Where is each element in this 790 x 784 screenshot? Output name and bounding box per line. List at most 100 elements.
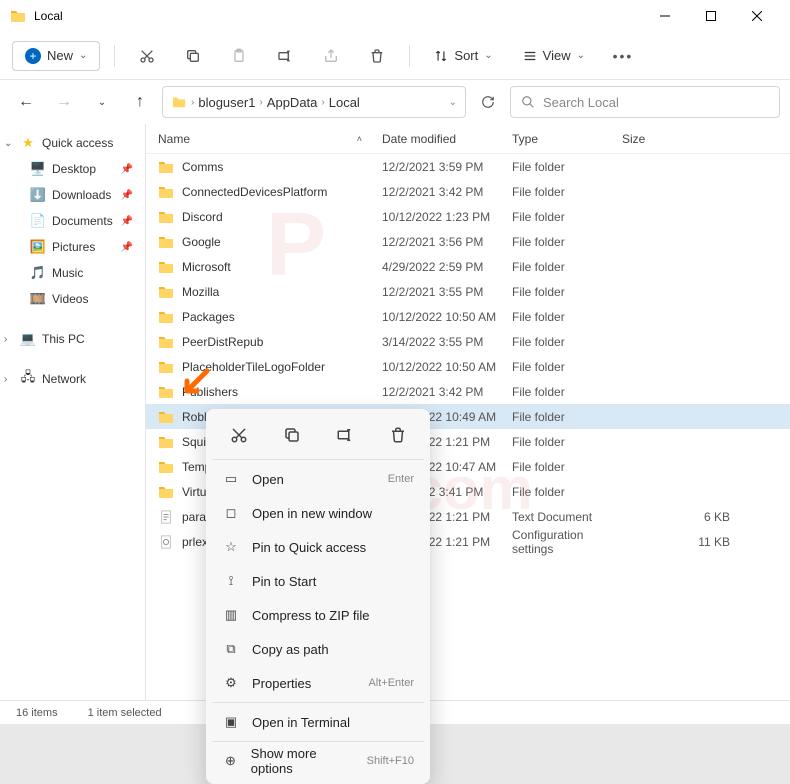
chevron-down-icon[interactable]: ⌄	[449, 97, 457, 108]
paste-button[interactable]	[221, 38, 257, 74]
sidebar-this-pc[interactable]: › 💻 This PC	[0, 326, 145, 352]
address-bar[interactable]: › bloguser1 › AppData › Local ⌄	[162, 86, 466, 118]
pin-icon: 📌	[121, 216, 133, 227]
share-button[interactable]	[313, 38, 349, 74]
file-size: 11 KB	[622, 535, 790, 549]
ctx-open-new[interactable]: ◻Open in new window	[212, 496, 424, 530]
ctx-cut-button[interactable]	[221, 419, 257, 451]
annotation-arrow	[179, 367, 211, 399]
sidebar-item[interactable]: 🎵Music	[0, 260, 145, 286]
close-button[interactable]	[734, 0, 780, 32]
copy-button[interactable]	[175, 38, 211, 74]
selection-count: 1 item selected	[88, 707, 162, 719]
file-name: ConnectedDevicesPlatform	[182, 185, 327, 199]
sort-icon	[434, 49, 448, 63]
sidebar-item-label: Videos	[52, 292, 88, 306]
rename-button[interactable]	[267, 38, 303, 74]
file-row[interactable]: PlaceholderTileLogoFolder10/12/2022 10:5…	[146, 354, 790, 379]
file-type: Text Document	[512, 510, 622, 524]
sort-label: Sort	[454, 48, 478, 63]
pin-icon: 📌	[121, 242, 133, 253]
separator	[212, 741, 424, 742]
ctx-delete-button[interactable]	[380, 419, 416, 451]
new-label: New	[47, 48, 73, 63]
window-controls	[642, 0, 780, 32]
more-button[interactable]: •••	[605, 38, 641, 74]
ctx-pin-qa[interactable]: ☆Pin to Quick access	[212, 530, 424, 564]
view-button[interactable]: View ⌄	[513, 44, 595, 67]
search-input[interactable]: Search Local	[510, 86, 780, 118]
chevron-down-icon: ⌄	[4, 138, 14, 149]
sort-asc-icon: ˄	[357, 134, 362, 144]
sidebar-item-label: Desktop	[52, 162, 96, 176]
more-icon: ⊕	[222, 753, 239, 769]
col-name[interactable]: Name˄	[146, 132, 382, 146]
sidebar-item[interactable]: 🖼️Pictures📌	[0, 234, 145, 260]
maximize-button[interactable]	[688, 0, 734, 32]
window-icon: ◻	[222, 505, 240, 521]
pin-icon: ⟟	[222, 573, 240, 589]
pin-icon: 📌	[121, 164, 133, 175]
separator	[212, 459, 424, 460]
crumb-2[interactable]: Local	[329, 95, 360, 110]
file-row[interactable]: Mozilla12/2/2021 3:55 PMFile folder	[146, 279, 790, 304]
file-row[interactable]: Packages10/12/2022 10:50 AMFile folder	[146, 304, 790, 329]
sidebar-item-icon: 🖼️	[30, 239, 46, 255]
file-row[interactable]: Comms12/2/2021 3:59 PMFile folder	[146, 154, 790, 179]
separator	[114, 45, 115, 67]
pin-icon: 📌	[121, 190, 133, 201]
sidebar-item-label: Documents	[52, 214, 113, 228]
minimize-button[interactable]	[642, 0, 688, 32]
file-name: Google	[182, 235, 221, 249]
sidebar-quick-access[interactable]: ⌄ ★ Quick access	[0, 130, 145, 156]
file-row[interactable]: Google12/2/2021 3:56 PMFile folder	[146, 229, 790, 254]
refresh-button[interactable]	[472, 86, 504, 118]
ctx-zip[interactable]: ▥Compress to ZIP file	[212, 598, 424, 632]
view-icon	[523, 49, 537, 63]
back-button[interactable]: ←	[10, 86, 42, 118]
pc-icon: 💻	[20, 331, 36, 347]
ctx-more[interactable]: ⊕Show more optionsShift+F10	[212, 744, 424, 778]
sidebar-item[interactable]: 🎞️Videos	[0, 286, 145, 312]
ctx-rename-button[interactable]	[327, 419, 363, 451]
file-row[interactable]: ConnectedDevicesPlatform12/2/2021 3:42 P…	[146, 179, 790, 204]
up-button[interactable]: ↑	[124, 86, 156, 118]
sidebar-item-label: Downloads	[52, 188, 111, 202]
file-row[interactable]: Microsoft4/29/2022 2:59 PMFile folder	[146, 254, 790, 279]
cut-button[interactable]	[129, 38, 165, 74]
file-row[interactable]: Publishers12/2/2021 3:42 PMFile folder	[146, 379, 790, 404]
crumb-0[interactable]: bloguser1	[198, 95, 255, 110]
recent-button[interactable]: ⌄	[86, 86, 118, 118]
sidebar-item[interactable]: 🖥️Desktop📌	[0, 156, 145, 182]
toolbar: + New ⌄ Sort ⌄ View ⌄ •••	[0, 32, 790, 80]
file-name: Comms	[182, 160, 223, 174]
zip-icon: ▥	[222, 607, 240, 623]
new-button[interactable]: + New ⌄	[12, 41, 100, 71]
file-type: File folder	[512, 485, 622, 499]
file-row[interactable]: PeerDistRepub3/14/2022 3:55 PMFile folde…	[146, 329, 790, 354]
sidebar-item-icon: 🎵	[30, 265, 46, 281]
file-row[interactable]: Discord10/12/2022 1:23 PMFile folder	[146, 204, 790, 229]
file-name: PeerDistRepub	[182, 335, 263, 349]
ctx-properties[interactable]: ⚙PropertiesAlt+Enter	[212, 666, 424, 700]
col-type[interactable]: Type	[512, 132, 622, 146]
sidebar-item-icon: 📄	[30, 213, 46, 229]
sidebar-network[interactable]: › 🖧 Network	[0, 366, 145, 392]
col-date[interactable]: Date modified	[382, 132, 512, 146]
delete-button[interactable]	[359, 38, 395, 74]
ctx-copy-button[interactable]	[274, 419, 310, 451]
forward-button[interactable]: →	[48, 86, 80, 118]
ctx-copy-path[interactable]: ⧉Copy as path	[212, 632, 424, 666]
sort-button[interactable]: Sort ⌄	[424, 44, 502, 67]
ctx-pin-start[interactable]: ⟟Pin to Start	[212, 564, 424, 598]
ctx-terminal[interactable]: ▣Open in Terminal	[212, 705, 424, 739]
path-icon: ⧉	[222, 641, 240, 657]
sidebar-item[interactable]: ⬇️Downloads📌	[0, 182, 145, 208]
col-size[interactable]: Size	[622, 132, 790, 146]
chevron-down-icon: ⌄	[577, 50, 585, 61]
file-date: 10/12/2022 10:50 AM	[382, 360, 512, 374]
sidebar-item[interactable]: 📄 Documents 📌	[0, 208, 145, 234]
crumb-1[interactable]: AppData	[267, 95, 318, 110]
ctx-open[interactable]: ▭OpenEnter	[212, 462, 424, 496]
folder-icon	[171, 95, 187, 109]
